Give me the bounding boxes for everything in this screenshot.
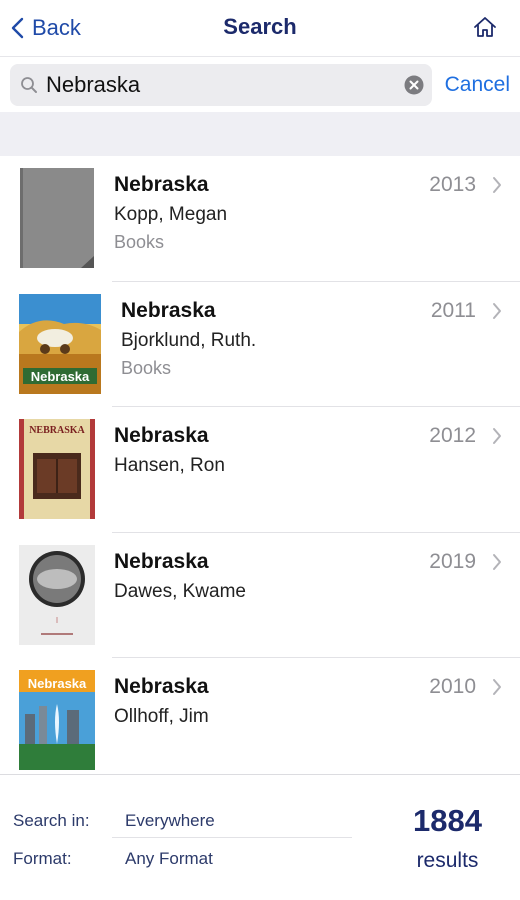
search-field[interactable] bbox=[10, 64, 432, 106]
result-year: 2011 bbox=[430, 298, 476, 322]
covered-wagon-cover: Nebraska bbox=[19, 293, 101, 394]
plain-gray-cover bbox=[20, 168, 94, 268]
cancel-button[interactable]: Cancel bbox=[445, 73, 510, 97]
filter-divider bbox=[112, 837, 352, 838]
result-row[interactable]: Nebraska Kopp, Megan Books 2013 bbox=[0, 156, 520, 282]
search-filters-footer: Search in: Everywhere Format: Any Format… bbox=[0, 774, 520, 900]
result-author: Dawes, Kwame bbox=[114, 580, 246, 602]
result-year: 2013 bbox=[429, 173, 476, 196]
result-row[interactable]: NEBRASKA Nebraska Hansen, Ron 2012 bbox=[0, 407, 520, 533]
result-row[interactable]: Nebraska Dawes, Kwame 2019 bbox=[0, 532, 520, 658]
chevron-right-icon bbox=[493, 679, 501, 695]
svg-text:Nebraska: Nebraska bbox=[31, 369, 90, 384]
result-title: Nebraska bbox=[121, 298, 216, 322]
result-format: Books bbox=[114, 232, 165, 252]
result-format: Books bbox=[121, 357, 172, 378]
svg-text:Nebraska: Nebraska bbox=[28, 676, 87, 691]
result-title: Nebraska bbox=[114, 173, 209, 196]
search-input[interactable] bbox=[46, 64, 386, 106]
chevron-right-icon bbox=[493, 428, 501, 444]
result-row[interactable]: Nebraska Nebraska Bjorklund, Ruth. Books… bbox=[0, 281, 520, 407]
search-icon bbox=[21, 77, 37, 93]
chevron-right-icon bbox=[493, 302, 501, 319]
page-title: Search bbox=[223, 14, 297, 39]
format-label: Format: bbox=[13, 849, 72, 868]
navigation-bar: Back Search bbox=[0, 0, 520, 56]
result-year: 2010 bbox=[429, 675, 476, 698]
result-row[interactable]: Nebraska Nebraska Ollhoff, Jim 2010 bbox=[0, 658, 520, 774]
result-author: Ollhoff, Jim bbox=[114, 706, 209, 727]
gray-circle-cover bbox=[19, 544, 95, 645]
search-bar: Cancel bbox=[0, 56, 520, 112]
result-author: Hansen, Ron bbox=[114, 455, 225, 476]
result-year: 2019 bbox=[429, 549, 476, 573]
clear-search-icon[interactable] bbox=[404, 75, 424, 95]
results-list: Nebraska Kopp, Megan Books 2013 Nebraska… bbox=[0, 156, 520, 774]
results-count: 1884 bbox=[413, 803, 482, 838]
section-spacer bbox=[0, 112, 520, 156]
chevron-right-icon bbox=[493, 553, 501, 570]
home-icon[interactable] bbox=[472, 14, 498, 40]
result-title: Nebraska bbox=[114, 675, 209, 698]
city-fountain-cover: Nebraska bbox=[19, 670, 95, 770]
result-year: 2012 bbox=[429, 424, 476, 447]
result-author: Kopp, Megan bbox=[114, 204, 228, 225]
result-title: Nebraska bbox=[114, 549, 209, 573]
nebraska-stories-cover: NEBRASKA bbox=[19, 419, 95, 519]
result-title: Nebraska bbox=[114, 424, 209, 447]
search-in-label: Search in: bbox=[13, 811, 90, 830]
search-in-value[interactable]: Everywhere bbox=[125, 811, 215, 831]
results-count-label: results bbox=[416, 849, 479, 872]
result-author: Bjorklund, Ruth. bbox=[121, 329, 257, 351]
format-value[interactable]: Any Format bbox=[125, 849, 213, 869]
svg-text:NEBRASKA: NEBRASKA bbox=[29, 425, 85, 436]
chevron-right-icon bbox=[493, 177, 501, 193]
